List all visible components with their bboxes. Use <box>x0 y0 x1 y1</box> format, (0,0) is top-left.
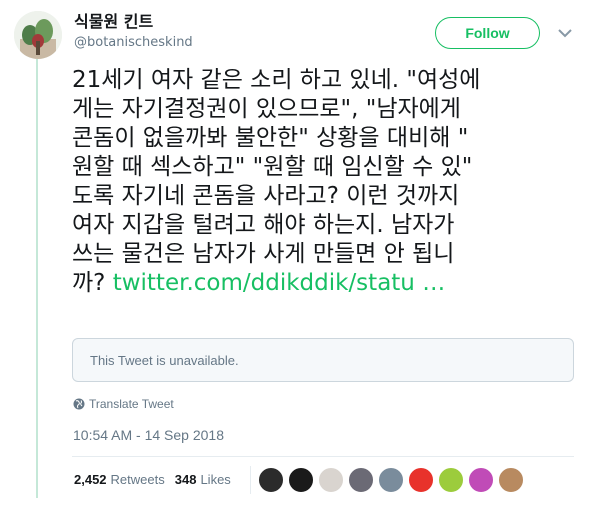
liker-avatar-3[interactable] <box>318 467 344 493</box>
display-name[interactable]: 식물원 킨트 <box>74 11 153 33</box>
translate-tweet-label: Translate Tweet <box>89 397 174 411</box>
tweet-text-line: 여자 지갑을 털려고 해야 하는지. 남자가 <box>72 212 455 238</box>
liker-avatar-5[interactable] <box>378 467 404 493</box>
tweet-text-line: 콘돔이 없을까봐 불안한" 상황을 대비해 " <box>72 125 469 151</box>
likes-count: 348 <box>174 472 197 487</box>
user-handle[interactable]: @botanischeskind <box>74 34 193 52</box>
liker-avatar-4[interactable] <box>348 467 374 493</box>
liker-avatars <box>258 467 528 493</box>
tweet-text-line: 21세기 여자 같은 소리 하고 있네. "여성에 <box>72 67 481 93</box>
translate-tweet-link[interactable]: Translate Tweet <box>73 397 174 411</box>
retweets-stat[interactable]: 2,452 Retweets <box>74 472 165 487</box>
tweet-text-last-line: 까? twitter.com/ddikddik/statu … <box>72 269 592 298</box>
stats-separator <box>250 466 251 494</box>
avatar[interactable] <box>14 11 62 59</box>
quoted-tweet[interactable]: This Tweet is unavailable. <box>72 338 574 382</box>
globe-icon <box>73 398 85 410</box>
tweet-card: 식물원 킨트 @botanischeskind Follow 21세기 여자 같… <box>0 0 606 508</box>
liker-avatar-6[interactable] <box>408 467 434 493</box>
liker-avatar-7[interactable] <box>438 467 464 493</box>
timestamp[interactable]: 10:54 AM - 14 Sep 2018 <box>73 427 224 443</box>
thread-line <box>36 58 38 498</box>
chevron-down-icon[interactable] <box>556 26 574 40</box>
tweet-text: 21세기 여자 같은 소리 하고 있네. "여성에 게는 자기결정권이 있으므로… <box>72 66 592 298</box>
tweet-text-line: 쓰는 물건은 남자가 사게 만들면 안 됩니 <box>72 241 455 267</box>
tweet-text-prefix: 까? <box>72 270 113 296</box>
quoted-tweet-unavailable-text: This Tweet is unavailable. <box>90 353 239 368</box>
tweet-text-line: 게는 자기결정권이 있으므로", "남자에게 <box>72 96 461 122</box>
liker-avatar-8[interactable] <box>468 467 494 493</box>
liker-avatar-1[interactable] <box>258 467 284 493</box>
likes-label: Likes <box>200 472 231 487</box>
tweet-text-line: 원할 때 섹스하고" "원할 때 임신할 수 있" <box>72 154 473 180</box>
retweets-label: Retweets <box>110 472 165 487</box>
tweet-text-line: 도록 자기네 콘돔을 사라고? 이런 것까지 <box>72 183 460 209</box>
liker-avatar-2[interactable] <box>288 467 314 493</box>
tweet-stats: 2,452 Retweets 348 Likes <box>74 472 241 487</box>
retweets-count: 2,452 <box>74 472 107 487</box>
tweet-link[interactable]: twitter.com/ddikddik/statu … <box>113 270 446 296</box>
follow-button[interactable]: Follow <box>435 17 540 49</box>
liker-avatar-9[interactable] <box>498 467 524 493</box>
likes-stat[interactable]: 348 Likes <box>175 472 231 487</box>
divider <box>72 456 574 457</box>
